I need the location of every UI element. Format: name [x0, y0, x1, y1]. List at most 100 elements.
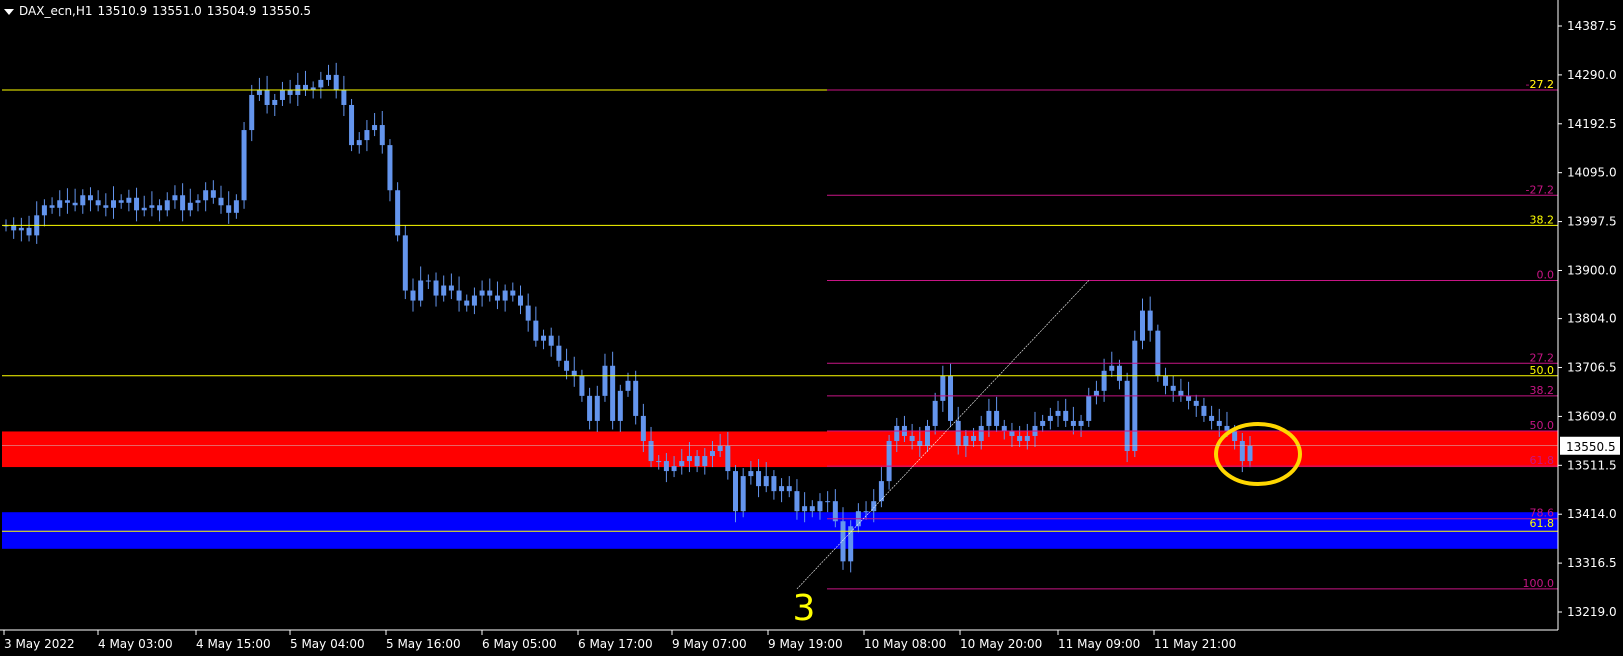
candle-body	[909, 435, 915, 441]
candle-body	[141, 207, 147, 211]
candle-body	[464, 300, 470, 306]
blue-zone	[2, 512, 1558, 549]
candle-body	[494, 295, 500, 301]
close-value: 13550.5	[261, 4, 312, 18]
candle-body	[771, 476, 777, 492]
candle-body	[80, 195, 86, 206]
candle-body	[564, 360, 570, 371]
y-tick-label: 13414.0	[1567, 507, 1617, 521]
candle-body	[210, 190, 216, 198]
candle-body	[1170, 385, 1176, 391]
candle-body	[203, 190, 209, 201]
candle-body	[679, 461, 685, 467]
candle-body	[456, 290, 462, 301]
candle-body	[64, 200, 70, 203]
candle-body	[541, 335, 547, 341]
candle-body	[963, 435, 969, 447]
candle-body	[341, 89, 347, 105]
candle-body	[648, 440, 654, 462]
candle-body	[1017, 435, 1023, 441]
candle-body	[686, 456, 692, 462]
price-chart[interactable]: -27.2-27.20.027.238.250.061.878.6100.027…	[0, 0, 1623, 656]
candle-body	[1201, 405, 1207, 416]
candle-body	[448, 285, 454, 291]
x-tick-label: 6 May 05:00	[482, 637, 557, 651]
y-tick-label: 13609.0	[1567, 409, 1617, 423]
candle-body	[1209, 415, 1215, 421]
chart-header: DAX_ecn,H1 13510.9 13551.0 13504.9 13550.5	[4, 4, 316, 18]
candle-body	[579, 375, 585, 396]
candle-body	[886, 440, 892, 482]
candle-body	[364, 130, 370, 141]
candle-body	[157, 205, 163, 211]
high-value: 13551.0	[152, 4, 202, 18]
candle-body	[924, 425, 930, 447]
candle-body	[817, 501, 823, 512]
candle-body	[779, 486, 785, 492]
candle-body	[640, 415, 646, 441]
fib-level-label: 61.8	[1530, 454, 1555, 467]
y-tick-label: 13219.0	[1567, 605, 1617, 619]
candle-body	[479, 290, 485, 296]
candle-body	[379, 125, 385, 146]
x-tick-label: 5 May 04:00	[290, 637, 365, 651]
x-tick-label: 5 May 16:00	[386, 637, 461, 651]
candle-body	[256, 89, 262, 95]
candle-body	[1040, 420, 1046, 426]
y-tick-label: 13900.0	[1567, 263, 1617, 277]
yellow-level-label: 38.2	[1530, 213, 1555, 226]
candle-body	[279, 89, 285, 100]
candle-body	[602, 365, 608, 396]
candle-body	[95, 200, 101, 206]
candle-body	[226, 205, 232, 213]
current-price-label: 13550.5	[1566, 440, 1616, 454]
candle-body	[809, 506, 815, 512]
candle-body	[410, 290, 416, 301]
candle-body	[249, 94, 255, 131]
candle-body	[610, 365, 616, 421]
candle-body	[26, 227, 32, 236]
candle-body	[49, 205, 55, 208]
y-tick-label: 13804.0	[1567, 312, 1617, 326]
candle-body	[326, 74, 332, 80]
y-tick-label: 13511.5	[1567, 458, 1617, 472]
candle-body	[917, 440, 923, 447]
x-tick-label: 9 May 19:00	[768, 637, 843, 651]
candle-body	[1001, 425, 1007, 431]
candle-body	[1155, 330, 1161, 376]
x-tick-label: 6 May 17:00	[578, 637, 653, 651]
candle-body	[134, 197, 140, 211]
candle-body	[333, 74, 339, 90]
candle-body	[57, 200, 63, 208]
x-tick-label: 11 May 09:00	[1058, 637, 1140, 651]
wave-label: 3	[793, 588, 816, 629]
x-tick-label: 9 May 07:00	[672, 637, 747, 651]
candle-body	[1024, 435, 1030, 441]
candle-body	[1070, 420, 1076, 426]
candle-body	[187, 202, 193, 211]
open-value: 13510.9	[97, 4, 148, 18]
candle-body	[164, 200, 170, 211]
candle-body	[18, 227, 24, 231]
yellow-level-label: 27.2	[1530, 78, 1555, 91]
yellow-level-label: 61.8	[1530, 517, 1555, 530]
candle-body	[1247, 446, 1253, 462]
candle-body	[487, 290, 493, 296]
candle-body	[786, 486, 792, 492]
candle-body	[1047, 415, 1053, 421]
fib-level-label: 38.2	[1530, 384, 1555, 397]
collapse-triangle-icon[interactable]	[4, 8, 14, 15]
candle-body	[1063, 410, 1069, 421]
candle-body	[72, 202, 78, 206]
candle-body	[441, 285, 447, 296]
candle-body	[756, 471, 762, 487]
candle-body	[763, 476, 769, 487]
fib-level-label: 50.0	[1530, 419, 1555, 432]
x-tick-label: 4 May 03:00	[98, 637, 173, 651]
y-tick-label: 13706.5	[1567, 361, 1617, 375]
fib-level-label: -27.2	[1526, 183, 1554, 196]
candle-body	[994, 410, 1000, 426]
candle-body	[172, 195, 178, 201]
candle-body	[794, 491, 800, 512]
candle-body	[717, 446, 723, 452]
